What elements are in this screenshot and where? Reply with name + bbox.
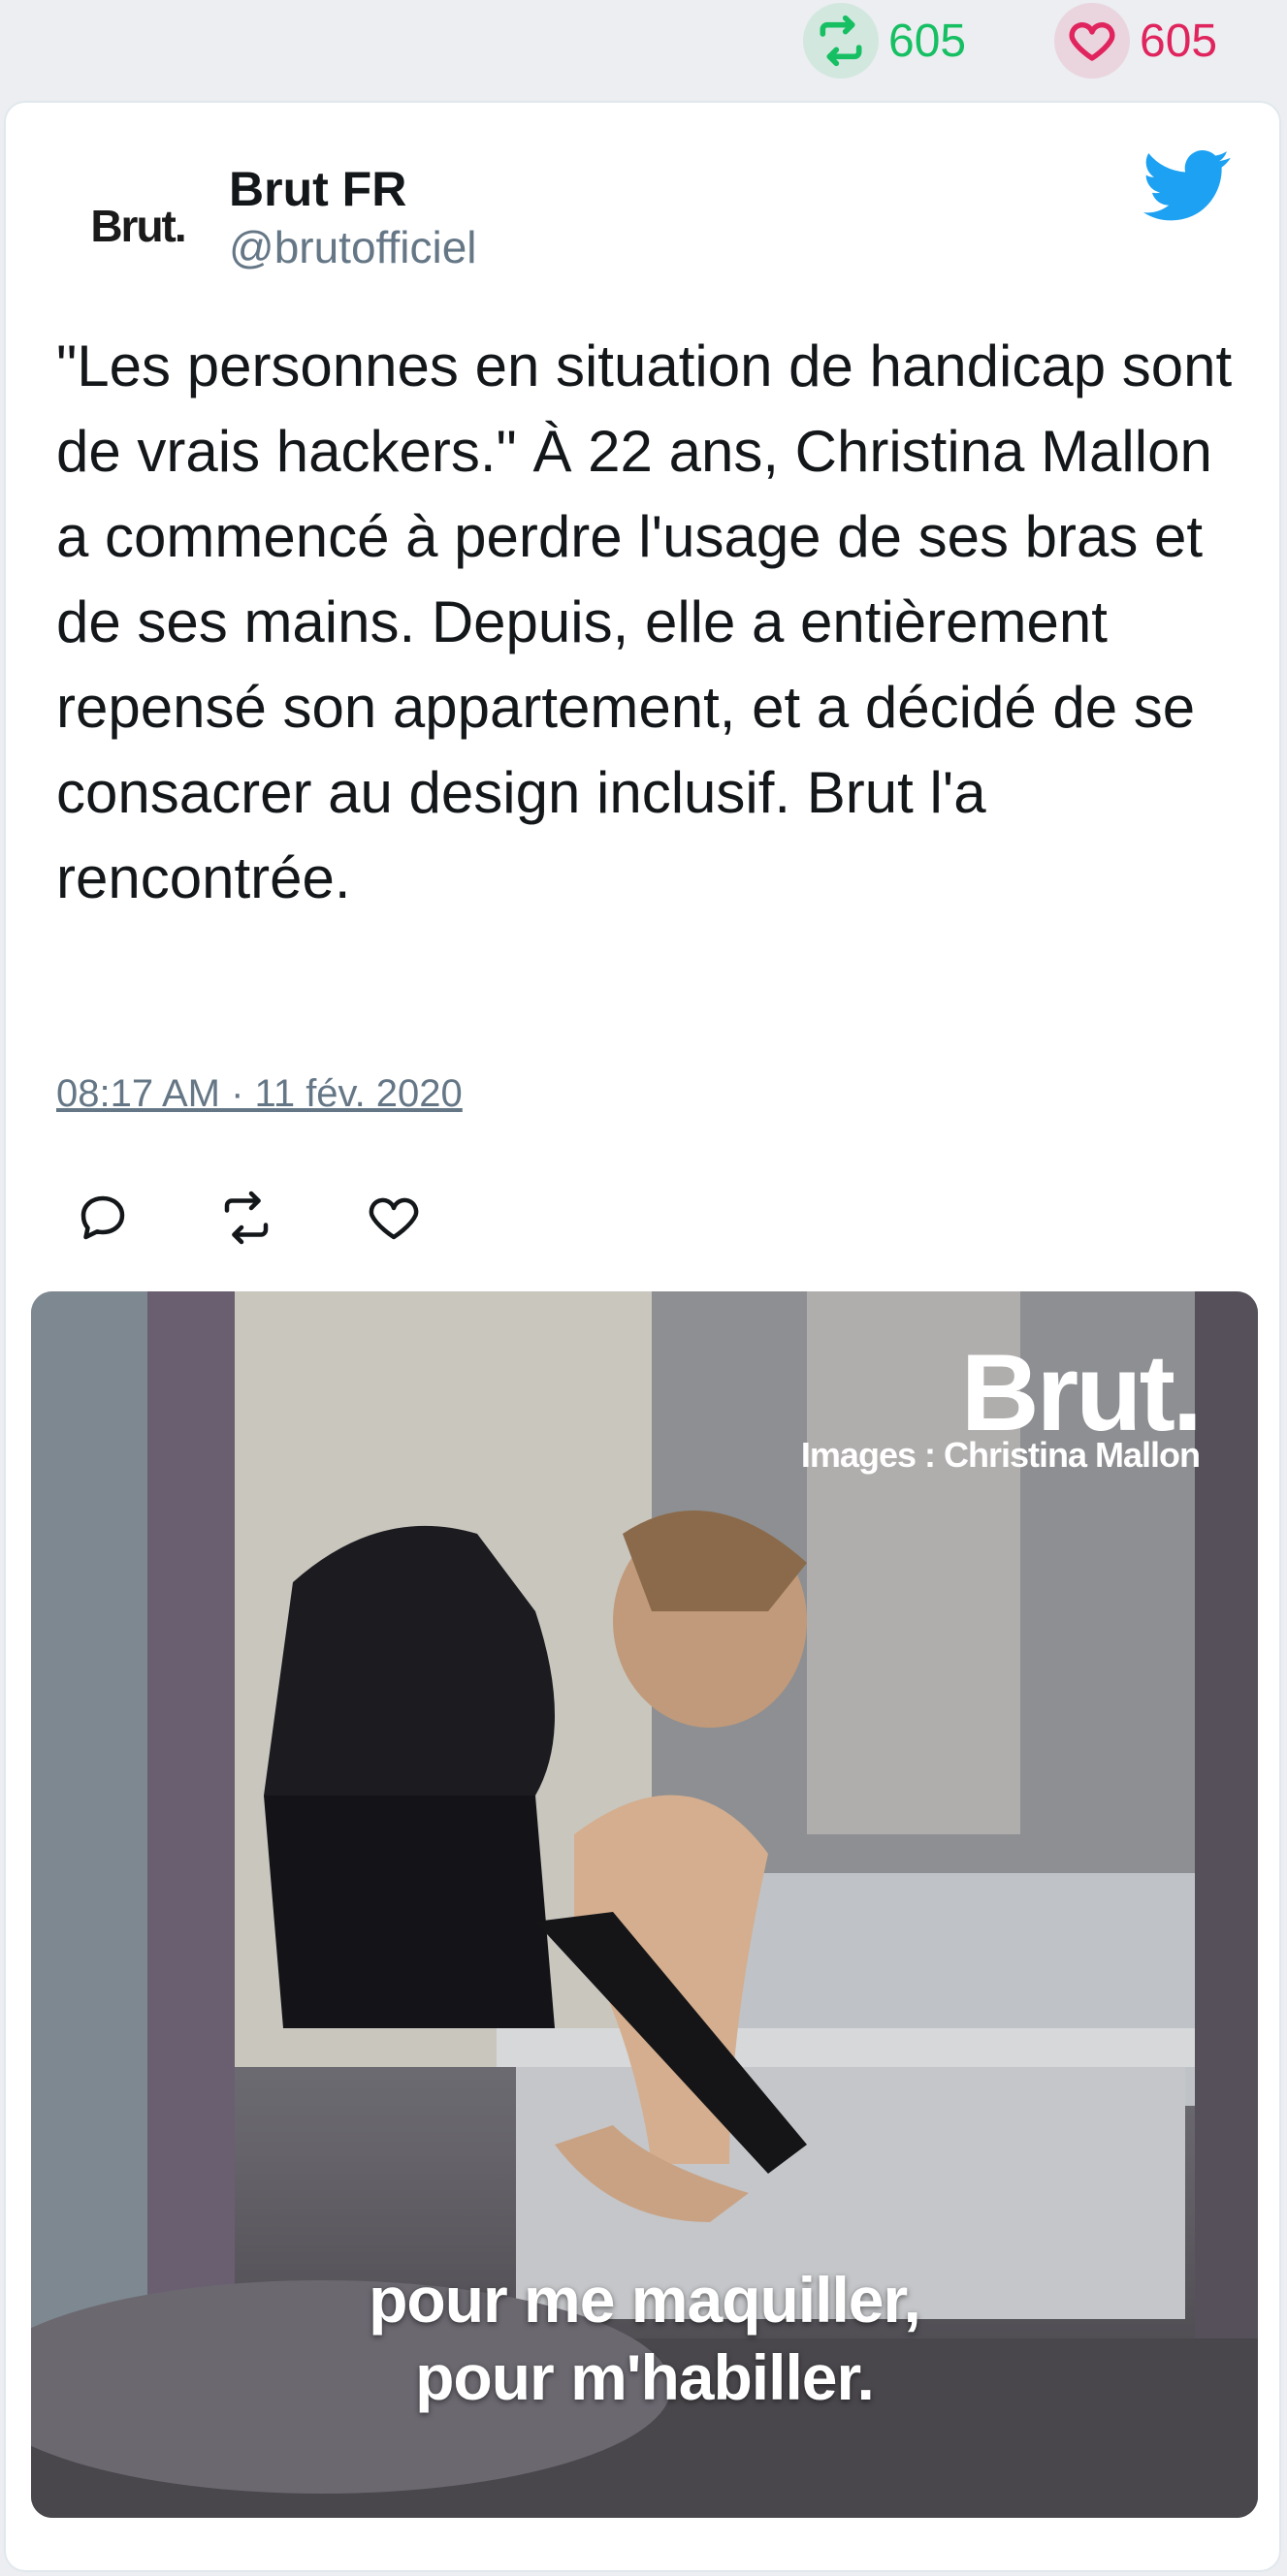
retweet-icon[interactable] [217,1189,275,1247]
video-subtitle-line1: pour me maquiller, [369,2264,921,2336]
author-name[interactable]: Brut FR [229,161,406,217]
author-handle[interactable]: @brutofficiel [229,221,477,273]
retweet-icon[interactable] [803,3,879,79]
heart-icon[interactable] [1054,3,1130,79]
tweet-card: Brut. Brut FR @brutofficiel "Les personn… [4,101,1281,2572]
like-stat[interactable]: 605 [1054,0,1217,81]
tweet-text: "Les personnes en situation de handicap … [56,334,1233,910]
reply-icon[interactable] [74,1189,132,1247]
like-count: 605 [1140,15,1218,67]
engagement-bar: 605 605 [0,0,1287,97]
tweet-timestamp[interactable]: 08:17 AM · 11 fév. 2020 [56,1072,463,1116]
twitter-bird-icon[interactable] [1139,142,1236,229]
video-thumbnail[interactable]: Brut. Images : Christina Mallon pour me … [31,1291,1258,2518]
retweet-stat[interactable]: 605 [803,0,966,81]
retweet-count: 605 [888,15,967,67]
image-credit: Images : Christina Mallon [800,1435,1201,1475]
like-icon[interactable] [365,1189,423,1247]
avatar[interactable]: Brut. [60,173,215,279]
video-subtitle-line2: pour m'habiller. [415,2341,875,2413]
